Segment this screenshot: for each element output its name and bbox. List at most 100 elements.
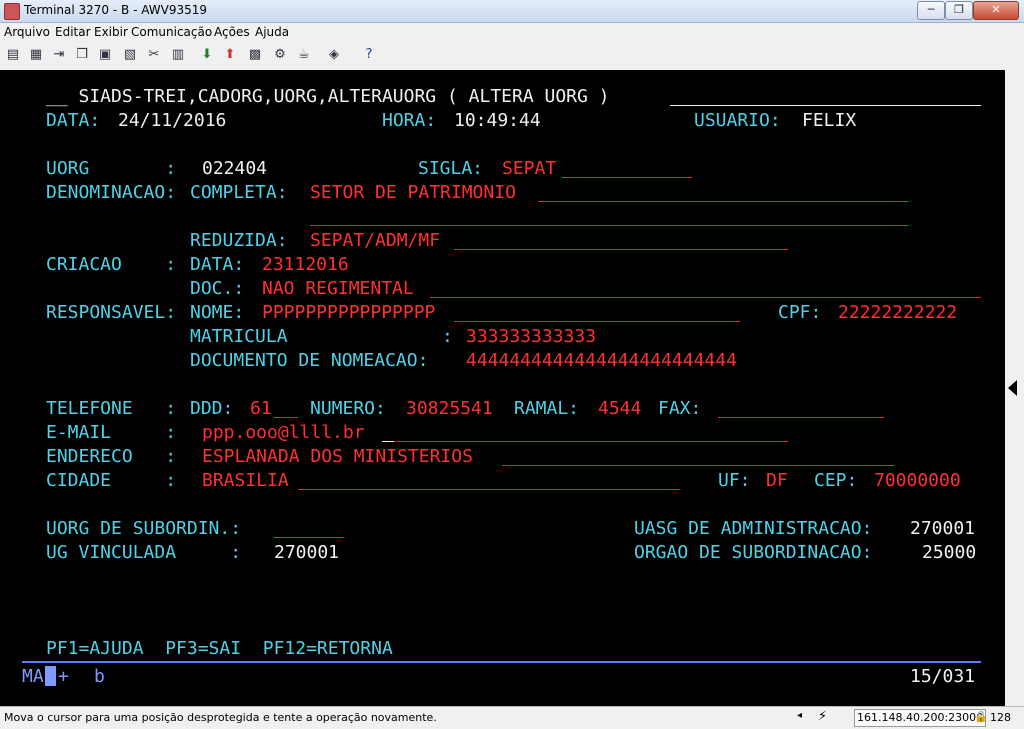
completa-field-line2[interactable] (310, 225, 908, 226)
cidade-label: CIDADE : (46, 470, 177, 491)
doc-nomeacao-value[interactable]: 4444444444444444444444444 (466, 350, 737, 372)
oia-b: b (94, 666, 105, 687)
endereco-label: ENDERECO : (46, 446, 177, 467)
email-field-underline (394, 441, 788, 442)
cpf-value[interactable]: 22222222222 (838, 302, 957, 324)
restore-button[interactable]: ❐ (945, 1, 973, 20)
cup-icon[interactable]: ☕ (296, 47, 312, 63)
ddd-field-underline (274, 417, 298, 418)
hora-value: 10:49:44 (454, 110, 541, 131)
paste-icon[interactable]: ▣ (97, 47, 113, 63)
cidade-field-underline (298, 489, 680, 490)
menu-arquivo[interactable]: Arquivo (4, 25, 50, 39)
settings-icon[interactable]: ⚙ (272, 47, 288, 63)
upload-icon[interactable]: ⬆ (222, 47, 238, 63)
oia-separator (22, 661, 981, 663)
telefone-label: TELEFONE : (46, 398, 177, 419)
send-icon[interactable]: ⇥ (51, 47, 67, 63)
data-value: 24/11/2016 (118, 110, 227, 131)
uorg-subordin-label: UORG DE SUBORDIN.: (46, 518, 242, 539)
title-bar: Terminal 3270 - B - AWV93519 ─ ❐ ✕ (0, 0, 1024, 23)
endereco-value[interactable]: ESPLANADA DOS MINISTERIOS (202, 446, 473, 468)
copy-icon[interactable]: ❐ (74, 47, 90, 63)
reduzida-field-underline (454, 249, 788, 250)
record-icon[interactable]: ◈ (326, 47, 342, 63)
data-label: DATA: (46, 110, 101, 131)
text-cursor (382, 441, 394, 442)
matricula-colon: : (442, 326, 453, 347)
ramal-value[interactable]: 4544 (598, 398, 641, 420)
window-title: Terminal 3270 - B - AWV93519 (24, 3, 208, 17)
criacao-label: CRIACAO : (46, 254, 177, 275)
java-app-icon (4, 3, 20, 20)
denominacao-label: DENOMINACAO: (46, 182, 177, 203)
orgao-label: ORGAO DE SUBORDINACAO: (634, 542, 873, 563)
sigla-value[interactable]: SEPAT (502, 158, 556, 180)
hora-label: HORA: (382, 110, 437, 131)
menu-comunicacao[interactable]: Comunicação (131, 25, 212, 39)
doc-field-underline (430, 297, 981, 298)
criacao-data-label: DATA: (190, 254, 245, 275)
responsavel-label: RESPONSAVEL: (46, 302, 177, 323)
cut-icon[interactable]: ▧ (122, 47, 138, 63)
minimize-button[interactable]: ─ (917, 1, 945, 20)
macro-icon[interactable]: ▩ (247, 47, 263, 63)
ramal-label: RAMAL: (514, 398, 580, 419)
host-address: 161.148.40.200:23000 (854, 709, 987, 727)
numero-value[interactable]: 30825541 (406, 398, 493, 420)
close-button[interactable]: ✕ (973, 1, 1019, 20)
email-label: E-MAIL : (46, 422, 177, 443)
nome-value[interactable]: PPPPPPPPPPPPPPPP (262, 302, 435, 324)
uf-value[interactable]: DF (766, 470, 788, 492)
status-message: Mova o cursor para uma posição desproteg… (4, 711, 437, 724)
connection-icon: ⚡ (818, 709, 828, 724)
ddd-value[interactable]: 61 (250, 398, 272, 420)
menu-editar[interactable]: Editar (55, 25, 91, 39)
cep-value[interactable]: 70000000 (874, 470, 961, 492)
reduzida-label: REDUZIDA: (190, 230, 288, 251)
doc-nomeacao-label: DOCUMENTO DE NOMEACAO: (190, 350, 429, 371)
uf-label: UF: (718, 470, 751, 491)
usuario-label: USUARIO: (694, 110, 781, 131)
fax-label: FAX: (658, 398, 702, 419)
numero-label: NUMERO: (310, 398, 386, 419)
uorg-subordin-field[interactable] (274, 537, 344, 538)
download-icon[interactable]: ⬇ (199, 47, 215, 63)
expand-panel-arrow-icon[interactable] (1008, 380, 1017, 396)
usuario-value: FELIX (802, 110, 857, 131)
cidade-value[interactable]: BRASILIA (202, 470, 289, 492)
uasg-label: UASG DE ADMINISTRACAO: (634, 518, 873, 539)
keyboard-icon[interactable]: ✂ (146, 47, 162, 63)
keypad-icon[interactable]: ▥ (170, 47, 186, 63)
oia-ma: MA (22, 666, 44, 687)
matricula-label: MATRICULA (190, 326, 288, 347)
menu-acoes[interactable]: Ações (214, 25, 250, 39)
help-icon[interactable]: ? (361, 47, 377, 63)
sigla-label: SIGLA: (418, 158, 484, 179)
menu-exibir[interactable]: Exibir (94, 25, 128, 39)
criacao-data-value[interactable]: 23112016 (262, 254, 349, 276)
sigla-field-underline (562, 177, 692, 178)
header-underline (670, 105, 981, 106)
status-bar: Mova o cursor para uma posição desproteg… (0, 706, 1024, 729)
completa-field-underline (538, 201, 908, 202)
uorg-label: UORG : (46, 158, 177, 179)
print-screen-icon[interactable]: ▦ (28, 47, 44, 63)
status-scroll-left-icon[interactable]: ◂ (797, 710, 802, 721)
ddd-label: DDD: (190, 398, 234, 419)
fax-field[interactable] (718, 417, 884, 418)
completa-value[interactable]: SETOR DE PATRIMONIO (310, 182, 516, 204)
cep-label: CEP: (814, 470, 858, 491)
print-icon[interactable]: ▤ (5, 47, 21, 63)
terminal-screen[interactable]: __ SIADS-TREI,CADORG,UORG,ALTERAUORG ( A… (0, 70, 1005, 706)
menu-bar: Arquivo Editar Exibir Comunicação Ações … (0, 23, 1024, 42)
email-value[interactable]: ppp.ooo@llll.br (202, 422, 365, 444)
doc-value[interactable]: NAO REGIMENTAL (262, 278, 414, 300)
reduzida-value[interactable]: SEPAT/ADM/MF (310, 230, 440, 252)
menu-ajuda[interactable]: Ajuda (255, 25, 289, 39)
orgao-value: 25000 (922, 542, 977, 563)
screen-header: __ SIADS-TREI,CADORG,UORG,ALTERAUORG ( A… (46, 86, 610, 107)
oia-cursor-position: 15/031 (910, 666, 976, 687)
lock-level: 128 (990, 711, 1011, 724)
matricula-value[interactable]: 333333333333 (466, 326, 596, 348)
